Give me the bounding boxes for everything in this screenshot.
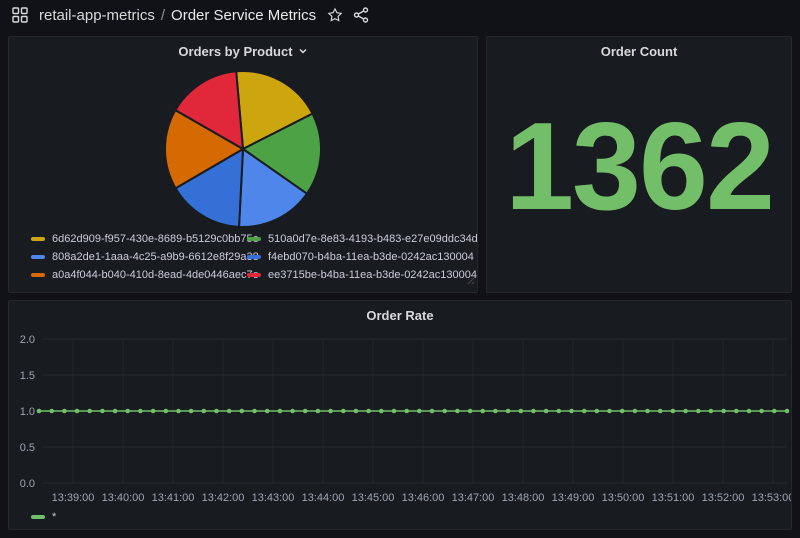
legend-label: * <box>52 511 56 523</box>
svg-text:1.0: 1.0 <box>20 406 35 418</box>
y-axis-labels: 0.0 0.5 1.0 1.5 2.0 <box>20 334 35 490</box>
svg-text:0.0: 0.0 <box>20 478 35 490</box>
legend-swatch <box>247 237 261 241</box>
legend-swatch <box>31 515 45 519</box>
svg-text:13:40:00: 13:40:00 <box>102 492 145 504</box>
apps-grid-icon[interactable] <box>9 4 31 26</box>
legend-swatch <box>31 237 45 241</box>
legend-item[interactable]: a0a4f044-b040-410d-8ead-4de0446aec7e <box>31 268 247 282</box>
star-icon[interactable] <box>324 4 346 26</box>
legend-item[interactable]: 808a2de1-1aaa-4c25-a9b9-6612e8f29a38 <box>31 250 247 264</box>
svg-text:13:50:00: 13:50:00 <box>602 492 645 504</box>
pie-legend: 6d62d909-f957-430e-8689-b5129c0bb75e 510a… <box>9 232 477 292</box>
legend-label: a0a4f044-b040-410d-8ead-4de0446aec7e <box>52 269 259 281</box>
breadcrumb-separator: / <box>161 7 165 24</box>
order-rate-chart: 0.00.51.01.52.013:39:0013:40:0013:41:001… <box>9 329 791 507</box>
panel-resize-handle[interactable] <box>467 272 475 290</box>
svg-text:13:49:00: 13:49:00 <box>552 492 595 504</box>
panel-order-count: Order Count 1362 <box>486 36 792 293</box>
breadcrumb-dashboard-title[interactable]: Order Service Metrics <box>171 7 316 24</box>
svg-text:13:41:00: 13:41:00 <box>152 492 195 504</box>
share-icon[interactable] <box>350 4 372 26</box>
breadcrumb-folder[interactable]: retail-app-metrics <box>39 7 155 24</box>
top-bar: retail-app-metrics / Order Service Metri… <box>0 0 800 30</box>
panel-title-text: Order Rate <box>366 308 433 323</box>
legend-label: 6d62d909-f957-430e-8689-b5129c0bb75e <box>52 233 259 245</box>
rate-legend-item[interactable]: * <box>9 507 791 523</box>
dashboard: retail-app-metrics / Order Service Metri… <box>0 0 800 538</box>
svg-text:13:51:00: 13:51:00 <box>652 492 695 504</box>
svg-text:13:45:00: 13:45:00 <box>352 492 395 504</box>
legend-swatch <box>247 255 261 259</box>
legend-item[interactable]: f4ebd070-b4ba-11ea-b3de-0242ac130004 <box>247 250 478 264</box>
svg-text:13:47:00: 13:47:00 <box>452 492 495 504</box>
panel-title-text: Orders by Product <box>178 44 292 59</box>
svg-text:13:52:00: 13:52:00 <box>702 492 745 504</box>
order-count-value: 1362 <box>505 105 773 229</box>
svg-text:13:43:00: 13:43:00 <box>252 492 295 504</box>
svg-text:13:46:00: 13:46:00 <box>402 492 445 504</box>
panel-order-rate: Order Rate 0.0 0.5 1.0 1.5 2.0 13:39:00 13:40:… <box>8 300 792 530</box>
panel-title-order-rate[interactable]: Order Rate <box>9 301 791 329</box>
panel-orders-by-product: Orders by Product 6d62d909-f957-430e-868… <box>8 36 478 293</box>
panel-title-orders-by-product[interactable]: Orders by Product <box>9 37 477 65</box>
legend-label: 808a2de1-1aaa-4c25-a9b9-6612e8f29a38 <box>52 251 259 263</box>
legend-label: 510a0d7e-8e83-4193-b483-e27e09ddc34d <box>268 233 478 245</box>
svg-text:13:39:00: 13:39:00 <box>52 492 95 504</box>
svg-text:13:44:00: 13:44:00 <box>302 492 345 504</box>
panel-title-order-count[interactable]: Order Count <box>487 37 791 65</box>
legend-label: ee3715be-b4ba-11ea-b3de-0242ac130004 <box>268 269 477 281</box>
stat-area: 1362 <box>487 65 791 292</box>
svg-text:0.5: 0.5 <box>20 442 35 454</box>
legend-swatch <box>247 273 261 277</box>
svg-text:2.0: 2.0 <box>20 334 35 346</box>
svg-text:13:42:00: 13:42:00 <box>202 492 245 504</box>
x-axis-labels: 13:39:00 13:40:00 13:41:00 13:42:00 13:43:00… <box>52 492 791 504</box>
rate-line-series[interactable] <box>37 409 790 414</box>
pie-chart-area <box>9 65 477 232</box>
legend-item[interactable]: ee3715be-b4ba-11ea-b3de-0242ac130004 <box>247 268 478 282</box>
legend-label: f4ebd070-b4ba-11ea-b3de-0242ac130004 <box>268 251 474 263</box>
legend-swatch <box>31 255 45 259</box>
svg-text:13:53:00: 13:53:00 <box>752 492 791 504</box>
legend-item[interactable]: 510a0d7e-8e83-4193-b483-e27e09ddc34d <box>247 232 478 246</box>
legend-item[interactable]: 6d62d909-f957-430e-8689-b5129c0bb75e <box>31 232 247 246</box>
svg-text:1.5: 1.5 <box>20 370 35 382</box>
pie-chart <box>158 69 328 229</box>
svg-text:13:48:00: 13:48:00 <box>502 492 545 504</box>
chevron-down-icon <box>298 46 308 56</box>
panel-title-text: Order Count <box>601 44 678 59</box>
legend-swatch <box>31 273 45 277</box>
